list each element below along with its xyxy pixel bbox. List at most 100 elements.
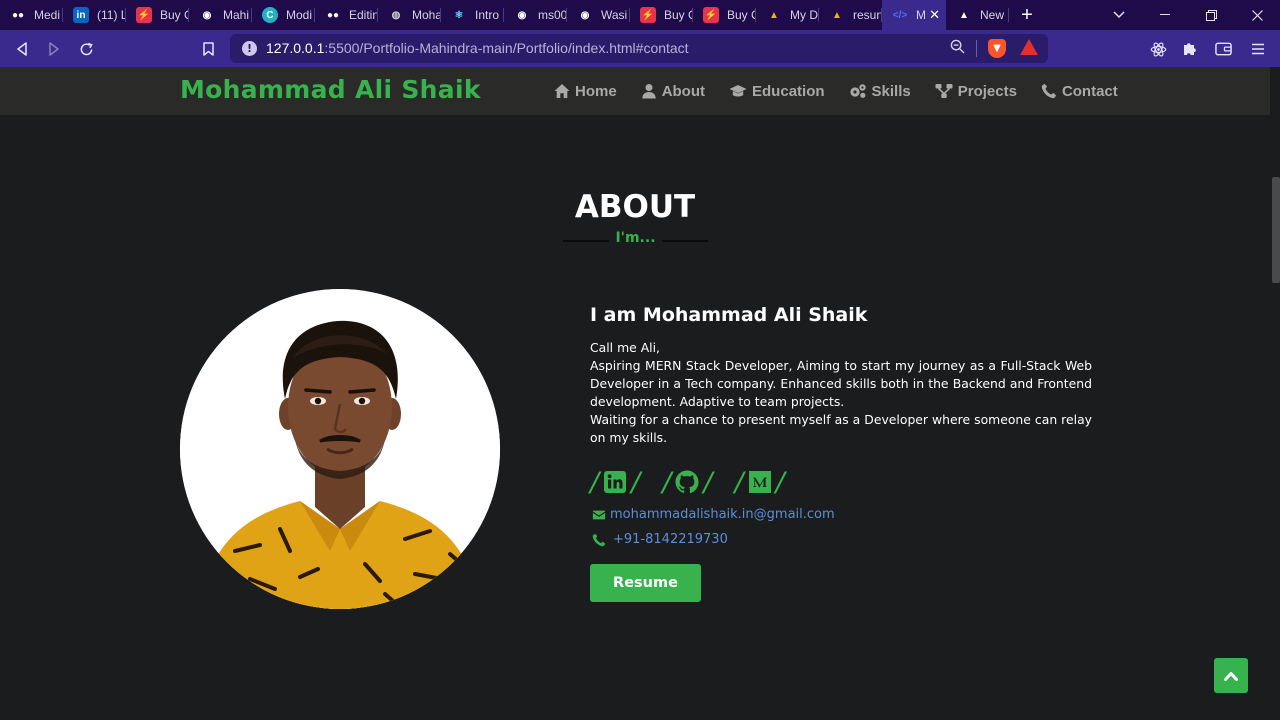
nav-contact[interactable]: Contact [1041,83,1118,100]
envelope-icon [592,510,606,519]
medium-icon: ●● [11,9,25,21]
nav-projects-label: Projects [957,82,1017,100]
browser-tab[interactable]: ●● Medi [0,0,63,30]
slash-divider: / [775,466,785,498]
browser-tab[interactable]: ●● Editin [315,0,378,30]
browser-tab[interactable]: ◉ Wasi [567,0,630,30]
scroll-to-top-button[interactable] [1214,658,1248,693]
site-navbar: Mohammad Ali Shaik Home About Education … [0,67,1270,115]
browser-tab[interactable]: ◉ Mahi [189,0,252,30]
browser-tab[interactable]: ◉ ms00 [504,0,567,30]
restore-button[interactable] [1188,0,1234,30]
section-subtitle-wrap: I'm... [563,230,708,250]
sitemap-icon [935,84,953,98]
brave-rewards-icon[interactable] [1020,39,1038,55]
browser-tab-title: Buy C [727,8,756,22]
browser-tab-title: Moha [412,8,441,22]
email-link[interactable]: mohammadalishaik.in@gmail.com [610,507,835,522]
chevron-up-icon [1224,671,1238,681]
nav-education[interactable]: Education [729,83,825,100]
stripe-red-icon: ⚡ [136,7,152,23]
page-viewport: Mohammad Ali Shaik Home About Education … [0,67,1270,720]
nav-education-label: Education [752,82,825,100]
nav-projects[interactable]: Projects [935,83,1017,100]
close-window-button[interactable] [1234,0,1280,30]
stripe-red-icon: ⚡ [640,7,656,23]
nav-contact-label: Contact [1061,82,1118,100]
slash-divider: / [703,466,713,498]
menu-icon[interactable] [1247,38,1269,60]
bookmark-icon[interactable] [197,38,219,60]
url-path: :5500/Portfolio-Mahindra-main/Portfolio/… [324,40,689,56]
browser-tab[interactable]: ◍ Moha [378,0,441,30]
section-subtitle-text: I'm... [609,230,662,246]
email-row: mohammadalishaik.in@gmail.com [592,507,835,522]
drive-icon: ▲ [832,9,842,21]
new-tab-button[interactable]: + [1009,0,1045,30]
profile-portrait [180,289,500,609]
forward-button[interactable] [43,38,65,60]
back-button[interactable] [11,38,33,60]
gears-icon [849,84,866,98]
wallet-icon[interactable] [1212,38,1234,60]
github-icon: ◉ [580,9,590,21]
site-info-icon[interactable]: ! [242,41,257,56]
graduation-cap-icon [729,85,747,97]
minimize-button[interactable] [1142,0,1188,30]
triangle-icon: ▲ [959,9,969,21]
scrollbar-thumb[interactable] [1272,177,1280,283]
nav-about[interactable]: About [641,83,705,100]
close-tab-icon[interactable]: ✕ [929,7,940,23]
site-brand[interactable]: Mohammad Ali Shaik [180,75,481,104]
github-link[interactable] [675,470,699,494]
linkedin-link[interactable] [603,470,627,494]
home-icon [554,84,570,98]
react-icon: ⚛ [454,9,464,21]
zoom-icon[interactable] [950,39,965,58]
brave-shields-icon[interactable]: ▼ [988,39,1006,58]
browser-tab[interactable]: ▲ resun [819,0,882,30]
extensions-icon[interactable] [1179,38,1201,60]
browser-tab[interactable]: ▲ New [946,0,1009,30]
code-icon: </> [892,9,908,21]
stripe-red-icon: ⚡ [703,7,719,23]
page-scrollbar[interactable] [1270,67,1280,720]
nav-home-label: Home [575,82,617,100]
browser-tab[interactable]: ⚡ Buy C [693,0,756,30]
section-title: ABOUT [574,189,696,225]
nav-home[interactable]: Home [554,83,617,100]
medium-icon: ●● [326,9,340,21]
browser-tab-title: ms00 [538,8,567,22]
browser-tab[interactable]: ⚡ Buy C [630,0,693,30]
browser-tab-title: M [916,8,926,22]
browser-tab[interactable]: </> M ✕ [882,0,946,30]
phone-link[interactable]: +91-8142219730 [613,532,728,547]
slash-divider: / [631,466,641,498]
browser-tab-title: Wasi [601,8,628,22]
browser-tab[interactable]: ⚡ Buy C [126,0,189,30]
url-text[interactable]: 127.0.0.1:5500/Portfolio-Mahindra-main/P… [266,40,689,56]
browser-tab-title: Buy C [160,8,189,22]
tab-search-chevron-icon[interactable] [1096,0,1142,30]
slash-divider: / [734,466,744,498]
browser-tab[interactable]: ⚛ Intro [441,0,504,30]
about-heading: I am Mohammad Ali Shaik [590,304,868,326]
address-bar[interactable]: ! 127.0.0.1:5500/Portfolio-Mahindra-main… [230,34,1048,63]
profile-photo [180,289,500,609]
browser-tab-title: New [980,8,1005,22]
browser-tab-title: resun [853,8,882,22]
about-paragraph: Waiting for a chance to present myself a… [590,412,1092,445]
browser-tab-title: Buy C [664,8,693,22]
github-icon [675,470,699,494]
browser-tab[interactable]: ▲ My D [756,0,819,30]
medium-link[interactable] [748,470,772,494]
globe-icon: ◍ [391,9,401,21]
reload-button[interactable] [75,38,97,60]
browser-tab[interactable]: C Modi [252,0,315,30]
canva-icon: C [262,7,278,23]
drive-icon: ▲ [769,9,779,21]
nav-skills[interactable]: Skills [849,83,911,100]
react-devtools-icon[interactable] [1147,38,1169,60]
resume-button[interactable]: Resume [590,564,701,602]
browser-tab[interactable]: in (11) L [63,0,126,30]
